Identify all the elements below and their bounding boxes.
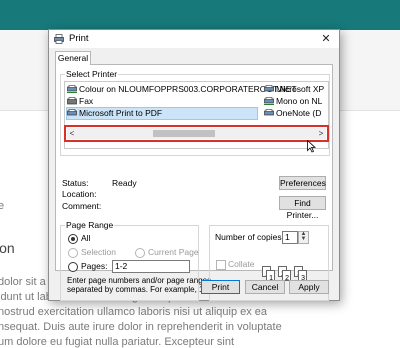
pages-hint: separated by commas. For example, 1,5-12 bbox=[67, 285, 222, 294]
find-printer-button[interactable]: Find Printer... bbox=[279, 196, 326, 220]
preferences-button[interactable]: Preferences bbox=[279, 176, 326, 190]
bg-paragraph-line: nostrud exercitation ullamco laboris nis… bbox=[0, 306, 268, 318]
fax-icon bbox=[67, 97, 77, 105]
radio-all[interactable] bbox=[68, 234, 78, 244]
copies-spinner[interactable]: ▲ ▼ bbox=[298, 231, 309, 244]
copies-input[interactable]: 1 bbox=[282, 231, 298, 244]
collate-label: Collate bbox=[228, 259, 255, 269]
printer-item[interactable]: Microsoft XP bbox=[264, 84, 324, 95]
bg-paragraph-line: um dolore eu fugiat nulla pariatur. Exce… bbox=[0, 336, 235, 348]
status-value: Ready bbox=[112, 178, 137, 188]
printer-item[interactable]: OneNote (D bbox=[264, 108, 321, 119]
comment-label: Comment: bbox=[62, 201, 102, 211]
print-dialog: Print ✕ General Select Printer Colour on… bbox=[48, 29, 340, 301]
printer-item[interactable]: Colour on NLOUMFOPPRS003.CORPORATEROOT.N… bbox=[67, 84, 297, 95]
site-header-bar bbox=[0, 0, 400, 30]
cursor-icon bbox=[307, 140, 316, 153]
group-label: Select Printer bbox=[65, 69, 119, 79]
radio-pages-label: Pages: bbox=[81, 261, 108, 271]
bg-paragraph-line: nsequat. Duis aute irure dolor in repreh… bbox=[0, 321, 282, 333]
printer-item[interactable]: Fax bbox=[67, 96, 93, 107]
bg-fragment: e bbox=[0, 200, 5, 212]
printer-item[interactable]: Mono on NL bbox=[264, 96, 322, 107]
bg-paragraph-line: dolor sit a bbox=[0, 276, 46, 288]
general-panel: Select Printer Colour on NLOUMFOPPRS003.… bbox=[55, 64, 333, 301]
close-icon[interactable]: ✕ bbox=[315, 30, 337, 48]
pages-input[interactable]: 1-2 bbox=[112, 260, 190, 273]
apply-button[interactable]: Apply bbox=[289, 280, 329, 294]
radio-pages[interactable] bbox=[68, 262, 78, 272]
network-printer-icon bbox=[264, 97, 274, 105]
dialog-title: Print bbox=[69, 33, 89, 44]
printer-icon bbox=[264, 85, 274, 92]
collate-checkbox[interactable] bbox=[216, 260, 226, 270]
tab-general[interactable]: General bbox=[55, 51, 91, 65]
radio-selection[interactable] bbox=[68, 248, 78, 258]
group-label: Page Range bbox=[65, 220, 115, 230]
radio-current-page-label: Current Page bbox=[148, 247, 199, 257]
radio-selection-label: Selection bbox=[81, 247, 116, 257]
printer-icon bbox=[67, 109, 77, 116]
status-label: Status: bbox=[62, 178, 89, 188]
location-label: Location: bbox=[62, 189, 97, 199]
red-highlight-box bbox=[64, 125, 329, 142]
radio-all-label: All bbox=[81, 233, 91, 243]
print-button[interactable]: Print bbox=[201, 280, 240, 294]
bg-heading: ion bbox=[0, 240, 15, 256]
printer-icon bbox=[264, 109, 274, 116]
printer-icon bbox=[54, 34, 64, 44]
printer-item-selected[interactable]: Microsoft Print to PDF bbox=[66, 107, 258, 120]
copies-label: Number of copies: bbox=[215, 232, 284, 242]
cancel-button[interactable]: Cancel bbox=[245, 280, 285, 294]
pages-hint: Enter page numbers and/or page ranges bbox=[67, 276, 212, 285]
network-printer-icon bbox=[67, 85, 77, 93]
radio-current-page[interactable] bbox=[135, 248, 145, 258]
title-bar[interactable]: Print ✕ bbox=[49, 30, 339, 48]
